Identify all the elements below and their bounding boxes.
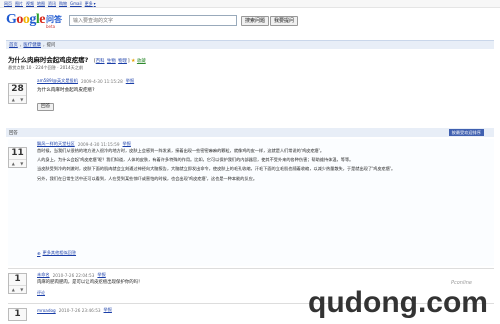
answer-item: 11 ▲ ▼ 飘风—样的天堂社区 2009-4-30 11:15:59 举报 首… <box>8 139 494 266</box>
topnav-link-video[interactable]: 视频 <box>26 1 34 7</box>
ask-question-button[interactable]: 我要提问 <box>270 16 299 26</box>
vote-count: 1 <box>14 309 21 319</box>
vote-down-icon[interactable]: ▼ <box>20 161 23 166</box>
author-link[interactable]: 飘风—样的天堂社区 <box>37 141 75 147</box>
topnav-link-web[interactable]: 网页 <box>4 1 12 7</box>
report-link[interactable]: 举报 <box>123 141 131 147</box>
answer-paragraph: 人的身上，为什么会起'鸡皮疙瘩'呢？我们知道，人体的皮肤，有着许多特殊的作用。比… <box>37 157 354 163</box>
breadcrumb-sep: › <box>19 42 22 48</box>
divider <box>8 268 494 269</box>
answer-author-line: 未命名 2010-7-26 22:04:53 举报 <box>37 272 106 278</box>
vote-up-icon[interactable]: ▲ <box>12 287 15 292</box>
answer-vote-box: 1 <box>8 308 27 321</box>
topnav-more-label: 更多 <box>84 0 93 6</box>
more-answers-link[interactable]: ⊕ 更多其他相似回答 <box>37 250 76 256</box>
answer-author-line: mroadog 2010-7-26 23:46:53 举报 <box>37 307 112 313</box>
answer-paragraph: 当皮肤受到冷的刺激时，皮肤下面的肌肉就会立刻通过神经向大脑报告，大脑就立即发出命… <box>37 166 396 172</box>
topnav-link-shopping[interactable]: 购物 <box>59 1 67 7</box>
tag-link[interactable]: 百科 <box>96 59 105 64</box>
answer-button[interactable]: 回答 <box>37 103 55 111</box>
timestamp: 2010-7-26 22:04:53 <box>52 272 95 278</box>
vote-down-icon[interactable]: ▼ <box>20 287 23 292</box>
timestamp: 2009-4-30 11:15:59 <box>77 141 120 147</box>
tag-link[interactable]: 物理 <box>118 59 127 64</box>
vote-down-icon[interactable]: ▼ <box>20 97 23 102</box>
question-author-line: am589l@英文是投机 2009-4-30 11:15:28 举报 <box>37 78 134 84</box>
answers-section-bar: 回答 按最受欢迎排序 <box>6 128 494 137</box>
breadcrumb: 首页 › 医疗健康 › 提问 <box>6 40 494 49</box>
sort-popular-link[interactable]: 按最受欢迎排序 <box>448 129 484 136</box>
topnav-more-menu[interactable]: 更多 ▾ <box>85 1 96 7</box>
topnav-link-gmail[interactable]: Gmail <box>70 1 82 6</box>
comment-link[interactable]: 评论 <box>37 290 45 296</box>
author-link[interactable]: am589l@英文是投机 <box>37 78 78 84</box>
more-answers-label: 更多其他相似回答 <box>42 250 77 255</box>
save-question-link[interactable]: 收藏 <box>137 59 146 64</box>
expand-icon: ⊕ <box>37 250 41 256</box>
question-box: 28 ▲ ▼ am589l@英文是投机 2009-4-30 11:15:28 举… <box>8 76 494 116</box>
topnav-link-news[interactable]: 资讯 <box>48 1 56 7</box>
vote-count: 28 <box>11 84 24 94</box>
top-nav-bar: 网页 图片 视频 地图 资讯 购物 Gmail 更多 ▾ <box>0 0 500 8</box>
timestamp: 2010-7-26 23:46:53 <box>58 307 101 313</box>
author-link[interactable]: mroadog <box>37 308 56 313</box>
vote-count: 11 <box>11 148 24 158</box>
answers-label: 回答 <box>9 130 18 136</box>
question-tags: [百科 生物 物理] ★ 收藏 <box>94 58 146 64</box>
logo-beta-badge: beta <box>46 24 56 29</box>
page-title: 为什么肉麻时会起鸡皮疙瘩? <box>8 56 89 64</box>
answer-body: 首时候，当我们从很热的地方进入很冷的地方时，皮肤上会感到一阵发紧，接着出现一些密… <box>37 148 491 185</box>
timestamp: 2009-4-30 11:15:28 <box>80 78 123 84</box>
question-body: 为什么肉麻时会起鸡皮疙瘩? <box>37 88 95 93</box>
vote-count: 1 <box>14 274 21 284</box>
answer-paragraph: 首时候，当我们从很热的地方进入很冷的地方时，皮肤上会感到一阵发紧，接着出现一些密… <box>37 148 325 153</box>
breadcrumb-sep: › <box>42 42 45 48</box>
star-icon[interactable]: ★ <box>131 58 135 64</box>
breadcrumb-category[interactable]: 医疗健康 <box>23 42 41 48</box>
answer-author-line: 飘风—样的天堂社区 2009-4-30 11:15:59 举报 <box>37 141 131 147</box>
report-link[interactable]: 举报 <box>126 78 134 84</box>
question-vote-box: 28 ▲ ▼ <box>8 83 27 104</box>
answer-body: 肉麻的肥肉肥肉，是可以让鸡皮疙瘩出现保护你的吗！ <box>37 280 143 285</box>
topnav-link-maps[interactable]: 地图 <box>37 1 45 7</box>
author-link[interactable]: 未命名 <box>37 272 50 278</box>
chevron-down-icon: ▾ <box>93 1 96 6</box>
header: Google 问答 beta 搜索问题 我要提问 <box>6 10 496 35</box>
report-link[interactable]: 举报 <box>104 307 112 313</box>
google-logo[interactable]: Google <box>6 13 45 27</box>
search-questions-button[interactable]: 搜索问题 <box>241 16 270 26</box>
answer-vote-box: 1 ▲ ▼ <box>8 273 27 294</box>
answer-vote-box: 11 ▲ ▼ <box>8 147 27 168</box>
search-input[interactable] <box>69 15 237 26</box>
tag-link[interactable]: 生物 <box>107 59 116 64</box>
topnav-link-images[interactable]: 图片 <box>15 1 23 7</box>
report-link[interactable]: 举报 <box>97 272 105 278</box>
breadcrumb-current: 提问 <box>46 43 56 48</box>
question-meta: 悬赏点数 10 · 224个回答 · 2014天之前 <box>8 65 84 70</box>
answer-paragraph: 另外，我们在日常生活中还可以看到，人在受到某些惊吓或害怕的时候，也会出现'鸡皮疙… <box>37 175 258 181</box>
vote-up-icon[interactable]: ▲ <box>12 161 15 166</box>
breadcrumb-home[interactable]: 首页 <box>9 42 18 48</box>
watermark: qudong.com <box>308 286 488 319</box>
vote-up-icon[interactable]: ▲ <box>12 97 15 102</box>
